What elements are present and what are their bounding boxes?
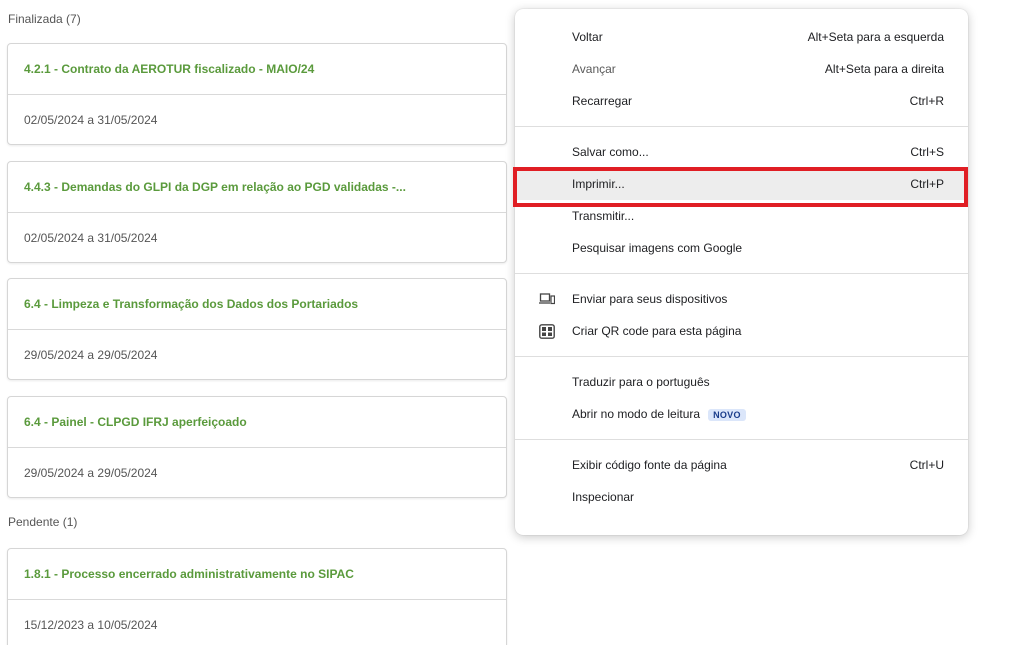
task-card[interactable]: 6.4 - Painel - CLPGD IFRJ aperfeiçoado 2…: [7, 396, 507, 498]
task-card-date: 29/05/2024 a 29/05/2024: [24, 466, 158, 480]
menu-item-forward[interactable]: Avançar Alt+Seta para a direita: [515, 53, 968, 85]
menu-item-label: Voltar: [572, 30, 603, 44]
menu-divider: [515, 126, 968, 127]
task-card-title[interactable]: 4.2.1 - Contrato da AEROTUR fiscalizado …: [8, 44, 506, 95]
menu-item-view-source[interactable]: Exibir código fonte da página Ctrl+U: [515, 449, 968, 481]
menu-item-cast[interactable]: Transmitir...: [515, 200, 968, 232]
task-card-title[interactable]: 1.8.1 - Processo encerrado administrativ…: [8, 549, 506, 600]
menu-divider: [515, 356, 968, 357]
menu-item-shortcut: Ctrl+P: [910, 177, 944, 191]
reading-mode-text: Abrir no modo de leitura: [572, 407, 701, 421]
new-badge: NOVO: [708, 408, 746, 421]
qr-code-icon: [539, 324, 555, 339]
task-card[interactable]: 4.4.3 - Demandas do GLPI da DGP em relaç…: [7, 161, 507, 263]
task-card-title[interactable]: 4.4.3 - Demandas do GLPI da DGP em relaç…: [8, 162, 506, 213]
task-card-date: 02/05/2024 a 31/05/2024: [24, 113, 158, 127]
task-card-date: 02/05/2024 a 31/05/2024: [24, 231, 158, 245]
section-label-finalizada: Finalizada (7): [8, 12, 81, 26]
task-card[interactable]: 1.8.1 - Processo encerrado administrativ…: [7, 548, 507, 645]
task-card[interactable]: 4.2.1 - Contrato da AEROTUR fiscalizado …: [7, 43, 507, 145]
menu-item-label: Criar QR code para esta página: [572, 324, 742, 338]
devices-icon: [539, 292, 556, 306]
menu-item-translate[interactable]: Traduzir para o português: [515, 366, 968, 398]
menu-item-label: Abrir no modo de leitura NOVO: [572, 407, 944, 421]
menu-item-shortcut: Ctrl+S: [910, 145, 944, 159]
menu-divider: [515, 273, 968, 274]
menu-item-back[interactable]: Voltar Alt+Seta para a esquerda: [515, 21, 968, 53]
menu-item-label: Recarregar: [572, 94, 633, 108]
menu-item-label: Transmitir...: [572, 209, 635, 223]
menu-item-qr-code[interactable]: Criar QR code para esta página: [515, 315, 968, 347]
menu-item-reading-mode[interactable]: Abrir no modo de leitura NOVO: [515, 398, 968, 430]
menu-item-label: Inspecionar: [572, 490, 635, 504]
task-card-title[interactable]: 6.4 - Painel - CLPGD IFRJ aperfeiçoado: [8, 397, 506, 448]
menu-item-reload[interactable]: Recarregar Ctrl+R: [515, 85, 968, 117]
menu-item-label: Enviar para seus dispositivos: [572, 292, 728, 306]
section-label-pendente: Pendente (1): [8, 515, 78, 529]
task-card-date: 29/05/2024 a 29/05/2024: [24, 348, 158, 362]
menu-item-inspect[interactable]: Inspecionar: [515, 481, 968, 513]
task-card-title[interactable]: 6.4 - Limpeza e Transformação dos Dados …: [8, 279, 506, 330]
menu-divider: [515, 439, 968, 440]
menu-item-label: Salvar como...: [572, 145, 649, 159]
task-card[interactable]: 6.4 - Limpeza e Transformação dos Dados …: [7, 278, 507, 380]
menu-item-send-devices[interactable]: Enviar para seus dispositivos: [515, 283, 968, 315]
menu-item-search-images[interactable]: Pesquisar imagens com Google: [515, 232, 968, 264]
menu-item-save-as[interactable]: Salvar como... Ctrl+S: [515, 136, 968, 168]
context-menu: Voltar Alt+Seta para a esquerda Avançar …: [515, 9, 968, 535]
menu-item-label: Imprimir...: [572, 177, 625, 191]
menu-item-shortcut: Alt+Seta para a esquerda: [807, 30, 944, 44]
menu-item-print[interactable]: Imprimir... Ctrl+P: [515, 168, 968, 200]
menu-item-shortcut: Ctrl+R: [909, 94, 944, 108]
menu-item-label: Exibir código fonte da página: [572, 458, 727, 472]
menu-item-label: Pesquisar imagens com Google: [572, 241, 743, 255]
menu-item-label: Traduzir para o português: [572, 375, 710, 389]
menu-item-label: Avançar: [572, 62, 616, 76]
menu-item-shortcut: Ctrl+U: [909, 458, 944, 472]
menu-item-shortcut: Alt+Seta para a direita: [824, 62, 944, 76]
task-card-date: 15/12/2023 a 10/05/2024: [24, 618, 158, 632]
